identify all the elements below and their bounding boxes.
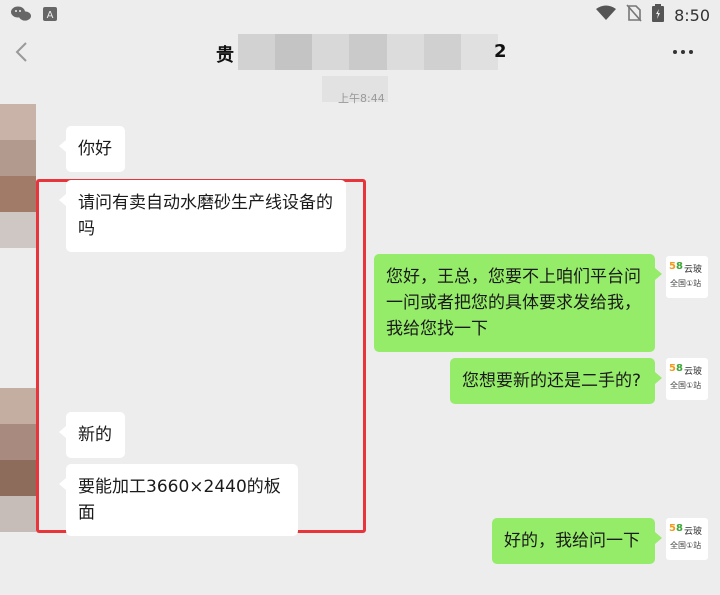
message-text: 要能加工3660×2440的板面 [78,477,281,523]
avatar[interactable] [0,104,36,248]
message-text: 好的，我给问一下 [504,531,640,551]
wifi-icon [596,5,617,25]
message-text: 你好 [78,139,112,159]
avatar-58-logo[interactable]: 58 云玻 全国①站 [666,518,708,560]
more-options-icon[interactable] [672,40,694,70]
message-text: 您好，王总，您要不上咱们平台问 [386,267,641,287]
message-timestamp: 上午8:44 [338,92,385,105]
message-bubble-incoming: 请问有卖自动水磨砂生产线设备的 吗 [59,180,346,252]
message-text: 我给您找一下 [386,319,488,339]
message-bubble-outgoing: 您好，王总，您要不上咱们平台问 一问或者把您的具体要求发给我， 我给您找一下 [374,254,662,352]
chat-header: 贵 2 [0,30,720,76]
status-time: 8:50 [674,5,710,25]
chat-title: 贵 [216,45,234,66]
avatar[interactable] [0,388,36,532]
no-sim-icon [626,4,642,26]
message-bubble-incoming: 你好 [59,126,125,172]
message-text: 您想要新的还是二手的? [462,371,642,391]
battery-icon [652,4,665,26]
app-notification-icon: A [42,6,58,26]
message-text: 一问或者把您的具体要求发给我， [386,293,641,313]
message-bubble-outgoing: 您想要新的还是二手的? [450,358,662,404]
svg-text:A: A [47,10,54,21]
message-text: 新的 [78,425,112,445]
message-text: 请问有卖自动水磨砂生产线设备的 [78,193,333,213]
chat-title-suffix: 2 [494,41,507,62]
message-text: 吗 [78,219,95,239]
back-arrow-icon[interactable] [14,40,34,64]
avatar-58-logo[interactable]: 58 云玻 全国①站 [666,256,708,298]
status-bar: A 8:50 [0,0,720,30]
wechat-icon [10,5,32,27]
message-bubble-outgoing: 好的，我给问一下 [492,518,662,564]
message-bubble-incoming: 新的 [59,412,125,458]
avatar-58-logo[interactable]: 58 云玻 全国①站 [666,358,708,400]
title-mosaic-redaction [238,34,498,70]
message-bubble-incoming: 要能加工3660×2440的板面 [59,464,298,536]
